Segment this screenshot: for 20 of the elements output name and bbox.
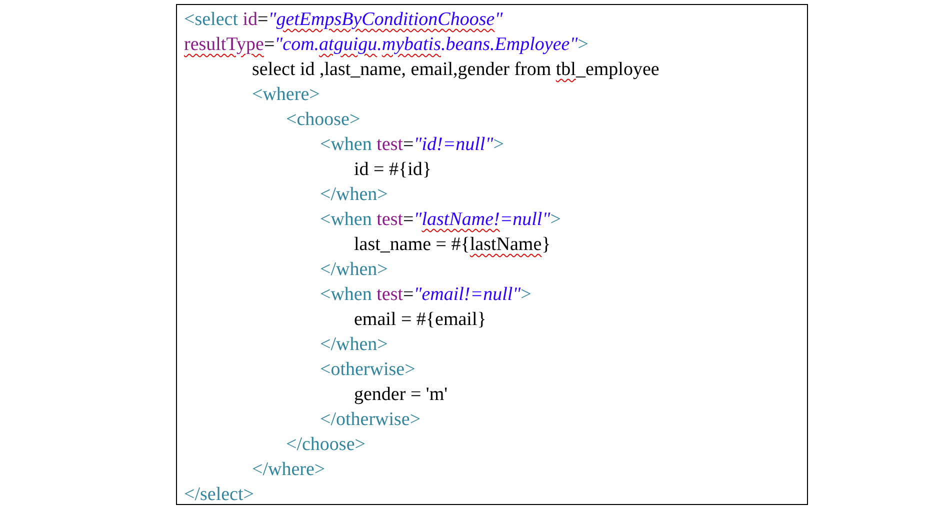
- code-line: <when test="id!=null">: [320, 133, 504, 157]
- code-line: </choose>: [286, 433, 366, 457]
- code-line: select id ,last_name, email,gender from tbl_employee: [252, 58, 660, 82]
- code-line: </select>: [184, 483, 254, 507]
- code-line: email = #{email}: [354, 308, 486, 332]
- code-line: <when test="lastName!=null">: [320, 208, 561, 232]
- code-line: </when>: [320, 333, 388, 357]
- code-line: <otherwise>: [320, 358, 416, 382]
- code-line: </when>: [320, 183, 388, 207]
- code-line: </where>: [252, 458, 326, 482]
- code-line: id = #{id}: [354, 158, 432, 182]
- code-line: gender = 'm': [354, 383, 448, 407]
- code-line: <choose>: [286, 108, 360, 132]
- code-line: <when test="email!=null">: [320, 283, 532, 307]
- code-line: resultType="com.atguigu.mybatis.beans.Employee">: [184, 33, 588, 57]
- code-line: </otherwise>: [320, 408, 421, 432]
- code-line: </when>: [320, 258, 388, 282]
- code-line: <where>: [252, 83, 320, 107]
- code-line: last_name = #{lastName}: [354, 233, 551, 257]
- code-line: <select id="getEmpsByConditionChoose": [184, 8, 503, 32]
